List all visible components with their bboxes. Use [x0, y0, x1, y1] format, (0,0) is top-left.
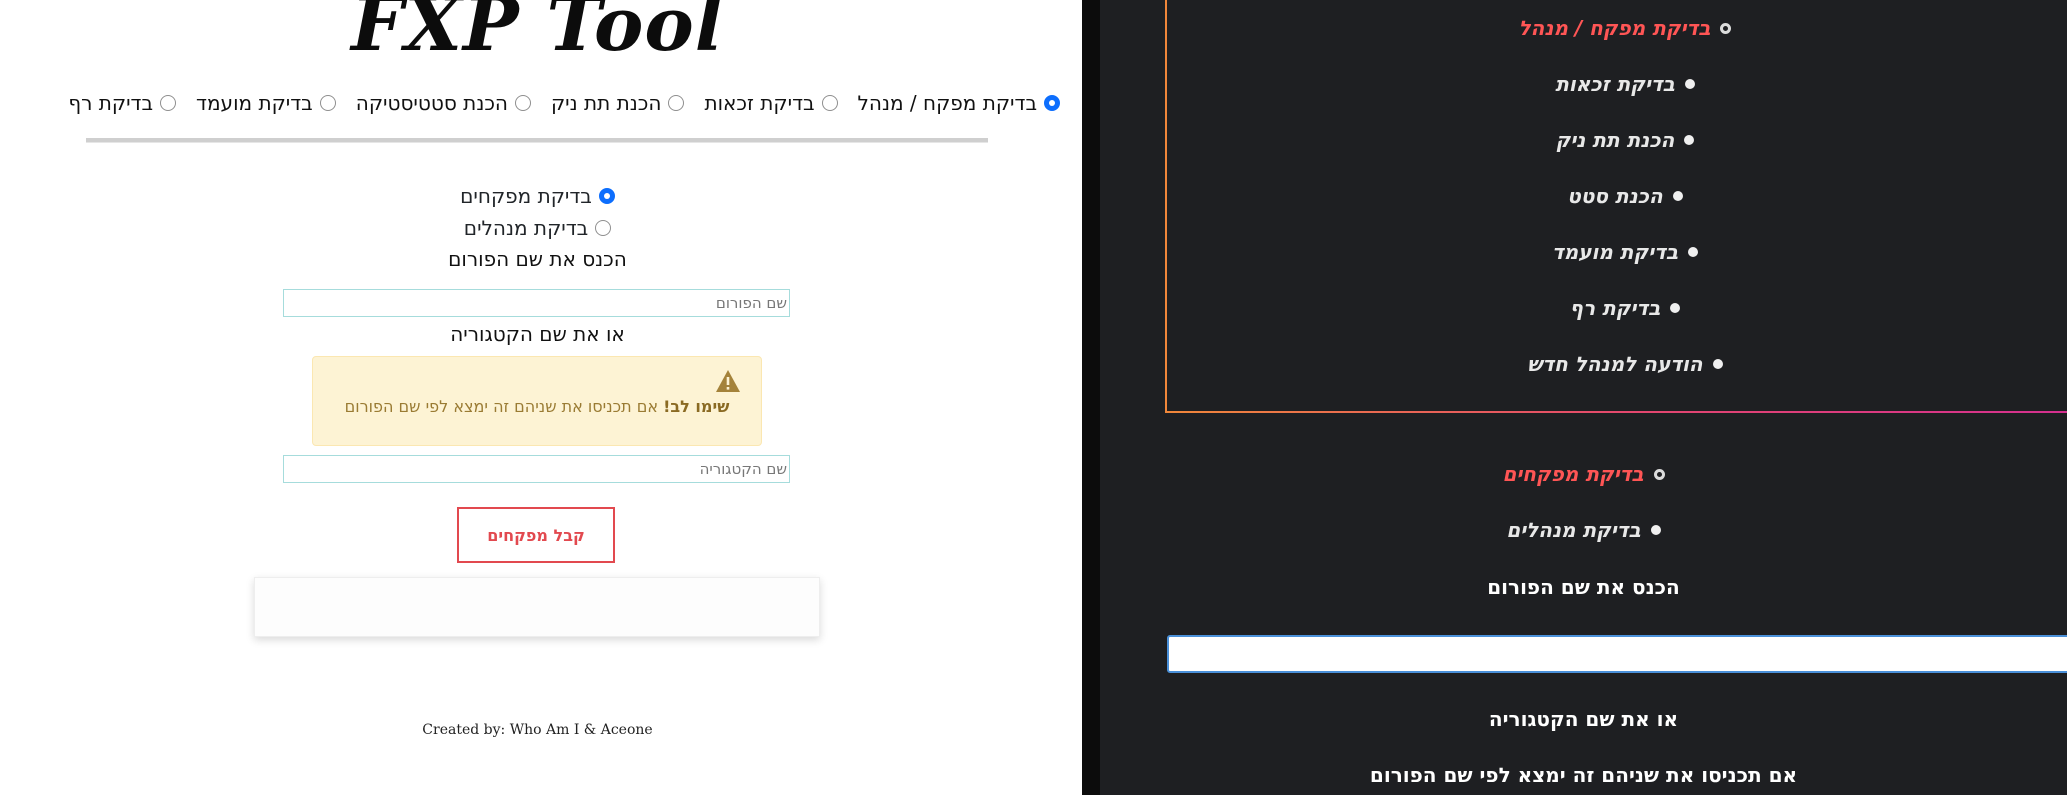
bullet-ring-icon: [1653, 468, 1665, 480]
bullet-icon: [1670, 303, 1681, 313]
nav-item-candidate-check[interactable]: בדיקת מועמד: [1167, 240, 2067, 264]
bullet-icon: [1672, 191, 1683, 201]
tool-option-threshold-check[interactable]: בדיקת רף: [68, 91, 177, 115]
warning-message: שימו לב! אם תכניסו את שניהם זה ימצא לפי …: [313, 397, 761, 416]
check-option-label: בדיקת מנהלים: [463, 216, 589, 240]
radio-icon[interactable]: [821, 95, 838, 111]
radio-icon[interactable]: [514, 95, 531, 111]
check-option-managers[interactable]: בדיקת מנהלים: [463, 216, 612, 240]
dark-category-label: או את שם הקטגוריה: [1488, 707, 1679, 731]
section-divider: [86, 138, 988, 143]
results-box: [254, 577, 820, 637]
tool-option-candidate-check[interactable]: בדיקת מועמד: [196, 91, 336, 115]
check-option-label: בדיקת מפקחים: [460, 184, 592, 208]
radio-icon[interactable]: [595, 220, 612, 236]
tool-option-label: הכנת תת ניק: [550, 91, 662, 115]
warning-text: אם תכניסו את שניהם זה ימצא לפי שם הפורום: [344, 397, 664, 416]
nav-item-label: בדיקת מועמד: [1551, 240, 1679, 264]
check-option-supervisors[interactable]: בדיקת מפקחים: [460, 184, 615, 208]
nav-item-new-manager-message[interactable]: הודעה למנהל חדש: [1167, 352, 2067, 376]
radio-selected-icon[interactable]: [1044, 95, 1060, 111]
nav-item-supervisor-check[interactable]: בדיקת מפקח / מנהל: [1167, 16, 2067, 40]
nav-item-label: הודעה למנהל חדש: [1527, 352, 1703, 376]
radio-selected-icon[interactable]: [598, 188, 615, 204]
get-supervisors-button[interactable]: קבל מפקחים: [457, 507, 615, 563]
radio-icon[interactable]: [319, 95, 336, 111]
tool-option-subnick[interactable]: הכנת תת ניק: [550, 91, 685, 115]
tool-option-statistics[interactable]: הכנת סטטיסטיקה: [356, 91, 531, 115]
nav-item-label: בדיקת מפקח / מנהל: [1518, 16, 1711, 40]
tool-option-supervisor-check[interactable]: בדיקת מפקח / מנהל: [858, 91, 1060, 115]
sub-item-supervisors[interactable]: בדיקת מפקחים: [1100, 462, 2067, 486]
bullet-icon: [1684, 135, 1695, 145]
tool-option-label: הכנת סטטיסטיקה: [355, 91, 508, 115]
radio-icon[interactable]: [160, 95, 177, 111]
nav-item-stats[interactable]: הכנת סטט: [1167, 184, 2067, 208]
warning-icon: [716, 370, 740, 392]
sub-item-label: בדיקת מפקחים: [1502, 462, 1644, 486]
nav-item-label: הכנת סטט: [1567, 184, 1663, 208]
tool-option-label: בדיקת רף: [68, 91, 154, 115]
dark-warning-text: אם תכניסו את שניהם זה ימצא לפי שם הפורום: [1369, 763, 1798, 787]
sub-item-label: בדיקת מנהלים: [1506, 518, 1641, 542]
nav-item-label: הכנת תת ניק: [1555, 128, 1675, 152]
panel-divider: [1082, 0, 1100, 795]
tool-option-eligibility-check[interactable]: בדיקת זכאות: [704, 91, 838, 115]
tool-nav-box: בדיקת מפקח / מנהל בדיקת זכאות הכנת תת ני…: [1165, 0, 2067, 413]
tool-selector: בדיקת מפקח / מנהל בדיקת זכאות הכנת תת ני…: [20, 88, 1060, 118]
nav-item-eligibility-check[interactable]: בדיקת זכאות: [1167, 72, 2067, 96]
dark-forum-input[interactable]: [1167, 635, 2067, 673]
dark-forum-label: הכנס את שם הפורום: [1487, 575, 1680, 599]
forum-name-label: הכנס את שם הפורום: [448, 247, 627, 271]
category-name-label: או את שם הקטגוריה: [450, 322, 625, 346]
dark-theme-panel: בדיקת מפקח / מנהל בדיקת זכאות הכנת תת ני…: [1100, 0, 2067, 795]
nav-item-subnick[interactable]: הכנת תת ניק: [1167, 128, 2067, 152]
radio-icon[interactable]: [668, 95, 685, 111]
forum-name-input[interactable]: שם הפורום: [283, 289, 790, 317]
warning-alert: שימו לב! אם תכניסו את שניהם זה ימצא לפי …: [312, 356, 762, 446]
tool-option-label: בדיקת זכאות: [704, 91, 815, 115]
sub-item-managers[interactable]: בדיקת מנהלים: [1100, 518, 2067, 542]
tool-option-label: בדיקת מועמד: [196, 91, 313, 115]
bullet-icon: [1712, 359, 1723, 369]
credit-text: Created by: Who Am I & Aceone: [422, 722, 653, 738]
bullet-ring-icon: [1720, 22, 1732, 34]
bullet-icon: [1650, 525, 1661, 535]
check-type-selector: בדיקת מפקחים בדיקת מנהלים: [0, 184, 1075, 240]
warning-bold: שימו לב!: [663, 397, 730, 416]
category-name-input[interactable]: שם הקטגוריה: [283, 455, 790, 483]
nav-item-label: בדיקת רף: [1569, 296, 1661, 320]
light-theme-panel: FXP Tool בדיקת מפקח / מנהל בדיקת זכאות ה…: [0, 0, 1082, 795]
bullet-icon: [1684, 79, 1695, 89]
tool-option-label: בדיקת מפקח / מנהל: [857, 91, 1037, 115]
bullet-icon: [1688, 247, 1699, 257]
app-logo: FXP Tool: [351, 0, 724, 68]
nav-item-label: בדיקת זכאות: [1555, 72, 1675, 96]
nav-item-threshold-check[interactable]: בדיקת רף: [1167, 296, 2067, 320]
